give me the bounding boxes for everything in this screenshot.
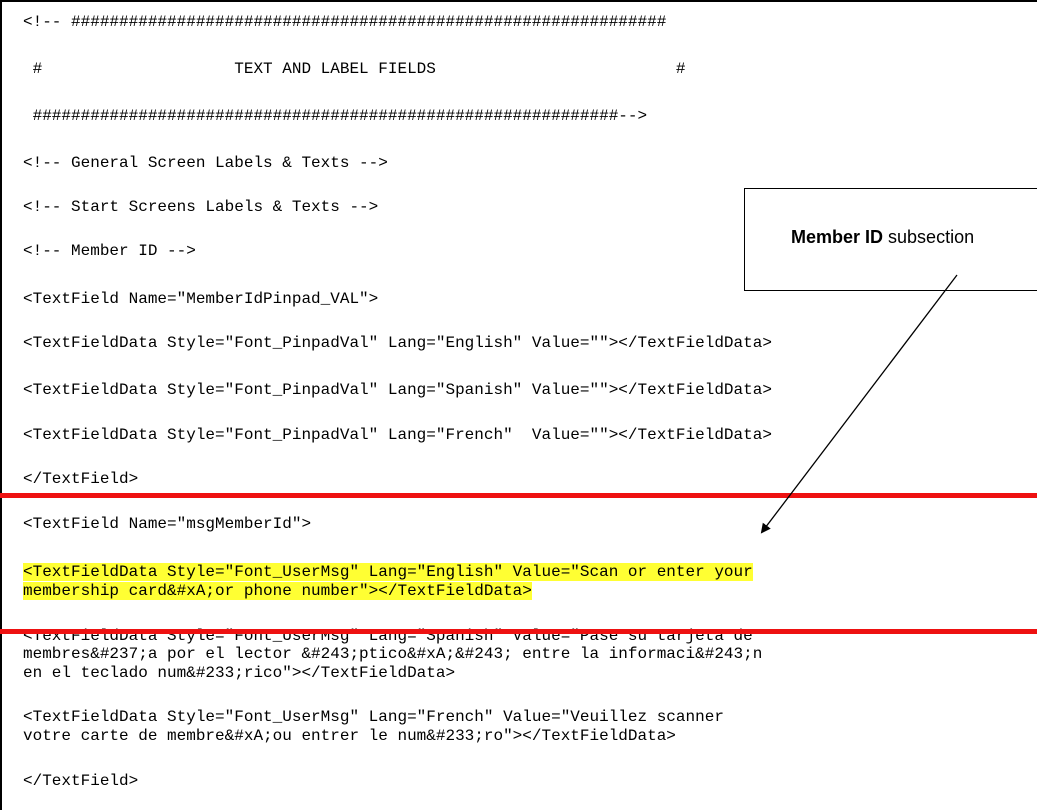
textfielddata-usermsg-french-line-1: <TextFieldData Style="Font_UserMsg" Lang… [23, 708, 724, 726]
header-comment-line-1: <!-- ###################################… [23, 13, 667, 31]
highlight: <TextFieldData Style="Font_UserMsg" Lang… [23, 563, 753, 581]
callout-box: Member ID subsection [744, 188, 1037, 291]
red-rule-bottom [0, 629, 1037, 634]
textfielddata-usermsg-english-line-1: <TextFieldData Style="Font_UserMsg" Lang… [23, 563, 753, 582]
textfielddata-usermsg-spanish-line-3: en el teclado num&#233;rico"></TextField… [23, 664, 456, 682]
textfielddata-usermsg-english-line-2: membership card&#xA;or phone number"></T… [23, 582, 532, 601]
member-id-comment: <!-- Member ID --> [23, 242, 196, 260]
header-comment-line-2: # TEXT AND LABEL FIELDS # [23, 60, 686, 78]
textfielddata-pinpad-french: <TextFieldData Style="Font_PinpadVal" La… [23, 426, 772, 444]
red-rule-top [0, 493, 1037, 498]
callout-rest: subsection [883, 227, 975, 247]
textfield-close-pinpad: </TextField> [23, 470, 139, 488]
textfield-close-msg-member-id: </TextField> [23, 772, 139, 790]
header-comment-line-3: ########################################… [23, 107, 648, 125]
callout-bold: Member ID [791, 227, 884, 247]
textfielddata-pinpad-spanish: <TextFieldData Style="Font_PinpadVal" La… [23, 381, 772, 399]
textfielddata-usermsg-french-line-2: votre carte de membre&#xA;ou entrer le n… [23, 727, 676, 745]
textfielddata-pinpad-english: <TextFieldData Style="Font_PinpadVal" La… [23, 334, 772, 352]
highlight: membership card&#xA;or phone number"></T… [23, 582, 532, 600]
textfielddata-usermsg-spanish-line-2: membres&#237;a por el lector &#243;ptico… [23, 645, 763, 663]
textfield-open-pinpad: <TextField Name="MemberIdPinpad_VAL"> [23, 290, 379, 308]
start-screens-comment: <!-- Start Screens Labels & Texts --> [23, 198, 379, 216]
textfield-open-msg-member-id: <TextField Name="msgMemberId"> [23, 515, 312, 533]
callout-text: Member ID subsection [791, 227, 974, 248]
general-labels-comment: <!-- General Screen Labels & Texts --> [23, 154, 388, 172]
